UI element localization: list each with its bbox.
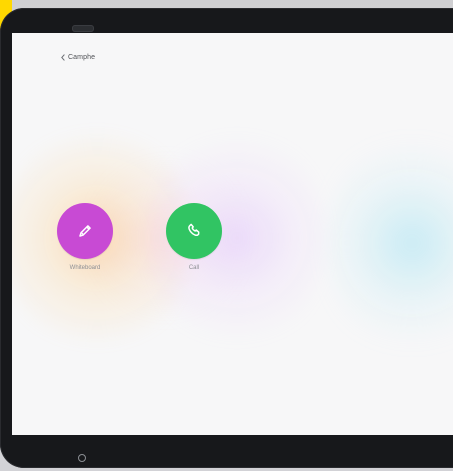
cyan-glow bbox=[327, 128, 453, 358]
call-circle[interactable] bbox=[166, 203, 222, 259]
whiteboard-button[interactable]: Whiteboard bbox=[40, 203, 130, 271]
page-title: Camphe bbox=[68, 53, 96, 61]
pencil-icon bbox=[74, 220, 96, 242]
whiteboard-circle[interactable] bbox=[57, 203, 113, 259]
device-screen: Camphe Whiteboard Call bbox=[12, 33, 453, 435]
breadcrumb: Camphe bbox=[60, 53, 95, 61]
phone-icon bbox=[183, 220, 205, 242]
call-label: Call bbox=[188, 265, 200, 271]
call-button[interactable]: Call bbox=[149, 203, 239, 271]
camera-icon bbox=[72, 25, 94, 32]
home-button-icon bbox=[78, 454, 86, 462]
device-scene: Camphe Whiteboard Call bbox=[0, 0, 453, 471]
whiteboard-label: Whiteboard bbox=[69, 265, 101, 271]
chevron-left-icon bbox=[60, 53, 66, 61]
